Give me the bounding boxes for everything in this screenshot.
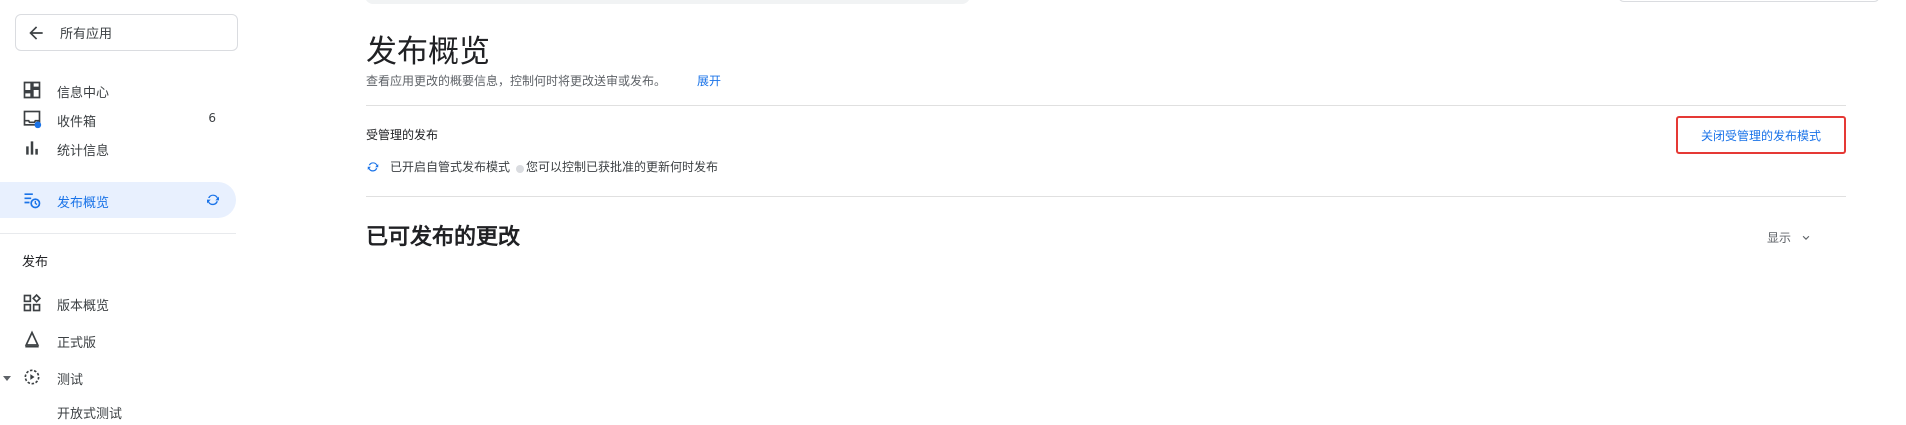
managed-sync-icon [207,194,219,206]
top-right-button[interactable] [1618,0,1880,2]
caret-down-icon[interactable] [2,373,12,383]
grid-icon [22,293,42,313]
section-divider [366,105,1846,106]
search-bar[interactable] [365,0,970,4]
dashboard-icon [22,80,42,100]
section-divider [366,196,1846,197]
sidebar-item-label: 统计信息 [57,144,110,159]
managed-status-text: 已开启自管式发布模式 [390,160,511,174]
ready-to-publish-title: 已可发布的更改 [366,225,521,250]
arrow-back-icon [29,25,43,40]
expand-link[interactable]: 展开 [697,72,721,89]
sidebar-item-label: 信息中心 [57,86,110,101]
sidebar-item-label: 测试 [57,373,84,388]
inbox-icon [22,109,42,129]
sidebar-divider [0,233,236,234]
sidebar-item-label: 正式版 [57,336,97,351]
bar-chart-icon [22,138,42,158]
sidebar-item-label: 收件箱 [57,115,97,130]
managed-publishing-title: 受管理的发布 [366,128,439,142]
turn-off-managed-publishing-button[interactable]: 关闭受管理的发布模式 [1676,116,1846,154]
managed-description: 您可以控制已获批准的更新何时发布 [526,160,719,174]
sidebar-item-production[interactable]: 正式版 [0,322,236,358]
chevron-down-icon [1802,235,1810,240]
all-apps-button[interactable]: 所有应用 [15,14,238,51]
sidebar-item-open-testing[interactable]: 开放式测试 [57,403,122,422]
sidebar: 所有应用 信息中心 收件箱 6 统计信息 发布概览 发布 版本概览 正式版 测试… [0,0,240,425]
sidebar-item-testing[interactable]: 测试 [0,359,236,395]
page-title: 发布概览 [366,34,490,70]
show-toggle-label: 显示 [1767,231,1792,245]
sidebar-item-statistics[interactable]: 统计信息 [0,130,236,166]
sidebar-item-label: 版本概览 [57,299,110,314]
all-apps-label: 所有应用 [60,27,113,42]
publishing-overview-icon [22,190,42,210]
testing-icon [22,367,42,387]
production-icon [22,330,42,350]
managed-publishing-status: 已开启自管式发布模式 您可以控制已获批准的更新何时发布 [366,158,718,175]
page-subtitle: 查看应用更改的概要信息，控制何时将更改送审或发布。 [366,74,667,88]
sidebar-section-title: 发布 [22,255,49,270]
app-window: 所有应用 信息中心 收件箱 6 统计信息 发布概览 发布 版本概览 正式版 测试… [0,0,1906,425]
sidebar-item-publishing-overview[interactable]: 发布概览 [0,182,236,218]
sync-icon [367,161,379,172]
sidebar-item-label: 发布概览 [57,196,110,211]
separator-dot [516,164,525,173]
sidebar-item-release-overview[interactable]: 版本概览 [0,285,236,321]
show-toggle[interactable]: 显示 [1767,229,1813,246]
inbox-count-badge: 6 [208,111,216,125]
